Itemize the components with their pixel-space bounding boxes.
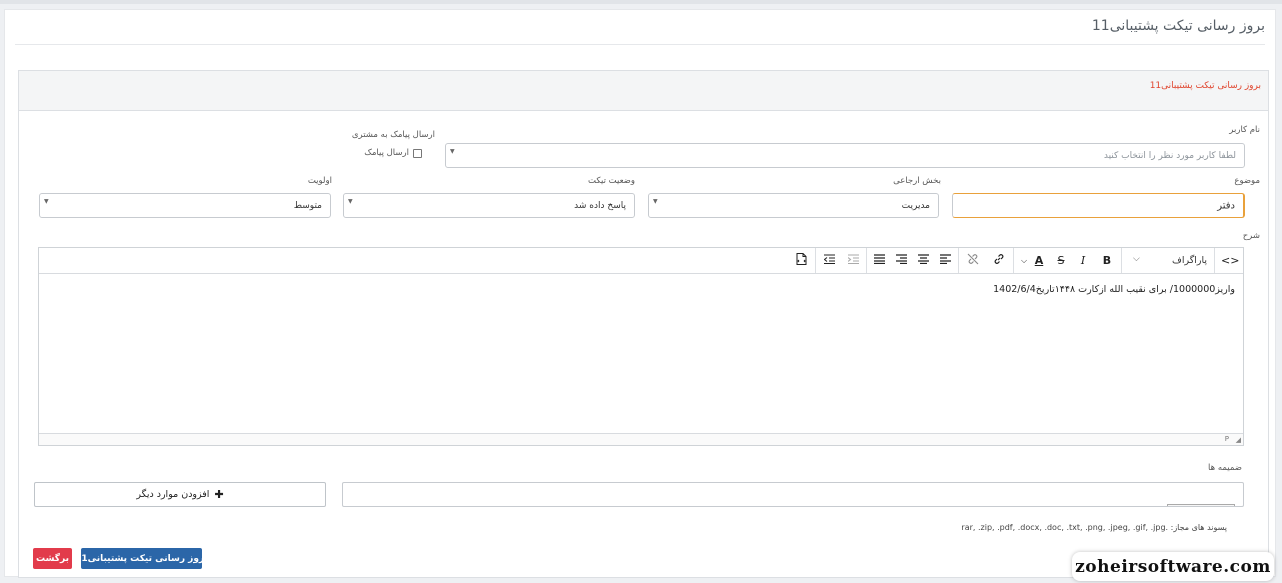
align-right-icon[interactable]	[893, 253, 909, 269]
page-title: بروز رسانی تیکت پشتیبانی11	[1091, 18, 1265, 34]
update-ticket-button[interactable]: بروز رسانی تیکت پشتیبانی11	[75, 548, 208, 569]
italic-icon[interactable]: I	[1075, 253, 1091, 269]
file-choose-button[interactable]	[1167, 504, 1235, 506]
chevron-down-icon: ▼	[348, 198, 353, 205]
chevron-down-icon: ⌵	[1133, 254, 1140, 264]
justify-icon[interactable]	[871, 253, 887, 269]
resize-handle-icon[interactable]: ◢	[1236, 436, 1241, 444]
department-select[interactable]: مدیریت ▼	[648, 193, 939, 218]
rich-text-editor[interactable]: <> پاراگراف ⌵ B I S A ⌵ واریز1000000/ بر…	[38, 247, 1244, 446]
outdent-icon[interactable]	[821, 253, 837, 269]
plus-icon: ✚	[214, 488, 224, 501]
align-center-icon[interactable]	[915, 253, 931, 269]
username-select[interactable]: لطفا کاربر مورد نظر را انتخاب کنید ▼	[445, 143, 1245, 168]
editor-content[interactable]: واریز1000000/ برای نقیب الله ازکارت ۱۴۴۸…	[993, 284, 1235, 295]
editor-toolbar: <> پاراگراف ⌵ B I S A ⌵	[39, 248, 1243, 274]
status-select[interactable]: پاسخ داده شد ▼	[343, 193, 635, 218]
toolbar-separator	[1121, 248, 1122, 273]
back-button[interactable]: برگشت	[33, 548, 72, 569]
subject-value: دفتر	[1217, 200, 1235, 211]
file-input[interactable]	[342, 482, 1244, 507]
sms-checkbox[interactable]	[413, 148, 422, 158]
allowed-extensions-hint: پسوند های مجاز: .rar, .zip, .pdf, .docx,…	[961, 523, 1227, 532]
priority-value: متوسط	[293, 200, 322, 211]
chevron-down-icon: ▼	[44, 198, 49, 205]
main-card: بروز رسانی تیکت پشتیبانی11 بروز رسانی تی…	[4, 9, 1276, 578]
description-label: شرح	[1242, 231, 1260, 241]
toolbar-separator	[1013, 248, 1014, 273]
strikethrough-icon[interactable]: S	[1053, 253, 1069, 269]
title-divider	[15, 44, 1265, 45]
add-more-label: افزودن موارد دیگر	[136, 489, 210, 500]
paragraph-format-select[interactable]: پاراگراف ⌵	[1131, 253, 1211, 269]
indent-icon[interactable]	[845, 253, 861, 269]
toolbar-separator	[815, 248, 816, 273]
sms-checkbox-label: ارسال پیامک	[364, 148, 409, 158]
sms-label: ارسال پیامک به مشتری	[351, 130, 435, 140]
status-label: وضعیت تیکت	[587, 176, 635, 186]
priority-select[interactable]: متوسط ▼	[39, 193, 331, 218]
unlink-icon[interactable]	[965, 253, 981, 269]
align-left-icon[interactable]	[937, 253, 953, 269]
toolbar-separator	[958, 248, 959, 273]
top-strip	[0, 0, 1282, 4]
bold-icon[interactable]: B	[1099, 253, 1115, 269]
username-label: نام کاربر	[1229, 125, 1260, 135]
sms-checkbox-row[interactable]: ارسال پیامک	[364, 148, 422, 158]
toolbar-separator	[1214, 248, 1215, 273]
paragraph-format-label: پاراگراف	[1171, 255, 1207, 266]
department-value: مدیریت	[901, 200, 930, 211]
text-color-icon[interactable]: A	[1031, 253, 1047, 269]
editor-statusbar: P ◢	[39, 433, 1243, 445]
priority-label: اولویت	[307, 176, 332, 186]
panel-header: بروز رسانی تیکت پشتیبانی11	[19, 71, 1268, 111]
username-placeholder: لطفا کاربر مورد نظر را انتخاب کنید	[1103, 150, 1236, 161]
element-path: P	[1224, 435, 1229, 443]
subject-input[interactable]: دفتر	[952, 193, 1245, 218]
chevron-down-icon: ▼	[450, 148, 455, 155]
department-label: بخش ارجاعی	[893, 176, 941, 186]
subject-label: موضوع	[1234, 176, 1260, 186]
toolbar-separator	[866, 248, 867, 273]
source-code-icon[interactable]: <>	[1221, 253, 1239, 269]
attachments-label: ضمیمه ها	[1208, 463, 1242, 473]
template-icon[interactable]	[793, 253, 809, 269]
chevron-down-icon: ▼	[653, 198, 658, 205]
panel-header-title: بروز رسانی تیکت پشتیبانی11	[1149, 81, 1261, 91]
add-more-button[interactable]: ✚ افزودن موارد دیگر	[34, 482, 326, 507]
link-icon[interactable]	[991, 253, 1007, 269]
chevron-down-icon[interactable]: ⌵	[1019, 253, 1029, 269]
watermark-logo: zoheirsoftware.com	[1072, 552, 1274, 581]
status-value: پاسخ داده شد	[574, 200, 626, 211]
